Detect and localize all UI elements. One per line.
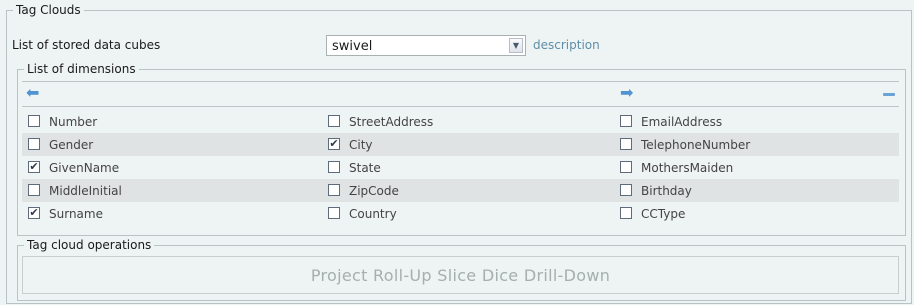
operations-title: Tag cloud operations [24,237,155,253]
dimension-option[interactable]: ZipCode [328,183,399,198]
dimension-label: Birthday [641,184,692,198]
dimension-checkbox[interactable] [328,207,340,219]
dimension-option[interactable]: CCType [620,206,686,221]
dimension-option[interactable]: ✔ GivenName [28,160,120,175]
dimension-label: Country [349,207,397,221]
dimension-option[interactable]: Birthday [620,183,692,198]
dimension-option[interactable]: MothersMaiden [620,160,734,175]
description-link[interactable]: description [533,38,600,52]
dimension-label: Number [49,115,98,129]
dimension-label: TelephoneNumber [641,138,751,152]
dimension-row: ✔ GivenName State MothersMaiden [22,156,899,179]
data-cube-select[interactable]: swivel ▼ [326,35,526,56]
dimension-label: MothersMaiden [641,161,734,175]
dimension-label: ZipCode [349,184,399,198]
data-cube-select-value: swivel [332,39,373,54]
chevron-down-icon[interactable]: ▼ [509,38,523,53]
dimension-option[interactable]: Country [328,206,397,221]
dimension-option[interactable]: Number [28,114,98,129]
dimension-checkbox[interactable]: ✔ [28,207,40,219]
dimension-label: StreetAddress [349,115,434,129]
dimension-label: State [349,161,381,175]
arrow-right-icon[interactable]: ➡ [620,85,633,101]
tag-cloud-operations-panel: Tag cloud operations Project Roll-Up Sli… [17,237,906,301]
dimension-option[interactable]: MiddleInitial [28,183,122,198]
arrow-left-icon[interactable]: ⬅ [26,85,39,101]
dimension-option[interactable]: EmailAddress [620,114,723,129]
dimension-option[interactable]: StreetAddress [328,114,434,129]
dimension-option[interactable]: ✔ City [328,137,373,152]
dimension-checkbox[interactable] [620,207,632,219]
dimension-checkbox[interactable] [28,138,40,150]
dimension-row: MiddleInitial ZipCode Birthday [22,179,899,202]
dimension-option[interactable]: Gender [28,137,94,152]
dimension-checkbox[interactable]: ✔ [28,161,40,173]
dimension-label: GivenName [49,161,120,175]
dimension-row: Number StreetAddress EmailAddress [22,110,899,133]
dimension-option[interactable]: TelephoneNumber [620,137,751,152]
tag-clouds-title: Tag Clouds [13,2,84,18]
dimension-checkbox[interactable] [620,138,632,150]
dimension-row: Gender ✔ City TelephoneNumber [22,133,899,156]
dimension-checkbox[interactable] [620,184,632,196]
operations-list: Project Roll-Up Slice Dice Drill-Down [310,265,611,285]
dimension-checkbox[interactable]: ✔ [328,138,340,150]
dimension-label: EmailAddress [641,115,723,129]
dimension-checkbox[interactable] [620,161,632,173]
dimension-label: CCType [641,207,686,221]
dimension-checkbox[interactable] [328,184,340,196]
dimension-checkbox[interactable] [328,161,340,173]
dimension-checkbox[interactable] [28,184,40,196]
minus-icon[interactable] [883,93,895,96]
dimension-option[interactable]: ✔ Surname [28,206,103,221]
dimension-row: ✔ Surname Country CCType [22,202,899,225]
dimensions-nav-bar: ⬅ ➡ [22,81,899,107]
dimension-label: Surname [49,207,103,221]
dimensions-panel: List of dimensions ⬅ ➡ Number StreetAddre… [17,61,906,236]
data-cubes-label: List of stored data cubes [12,38,161,52]
dimension-option[interactable]: State [328,160,381,175]
dimension-label: MiddleInitial [49,184,122,198]
dimension-label: City [349,138,373,152]
dimensions-title: List of dimensions [24,61,139,77]
dimension-checkbox[interactable] [28,115,40,127]
dimension-checkbox[interactable] [328,115,340,127]
dimension-checkbox[interactable] [620,115,632,127]
operations-box: Project Roll-Up Slice Dice Drill-Down [22,256,899,294]
dimension-label: Gender [49,138,94,152]
